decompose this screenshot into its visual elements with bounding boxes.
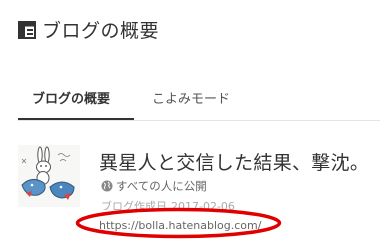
created-date: 2017-02-06 (171, 200, 235, 210)
visibility-label: すべての人に公開 (116, 179, 207, 193)
illustration-image (18, 145, 80, 207)
page-header: ブログの概要 (18, 16, 159, 43)
created-date-row: ブログ作成日 2017-02-06 (101, 200, 239, 210)
blog-url-link[interactable]: https://bolla.hatenablog.com/ (99, 219, 261, 232)
blog-thumbnail[interactable] (18, 145, 80, 207)
tabs-divider (18, 120, 380, 121)
globe-icon (101, 180, 113, 192)
tab-bar: ブログの概要 こよみモード (18, 72, 380, 121)
visibility-status: すべての人に公開 (101, 178, 207, 194)
tab-blog-overview[interactable]: ブログの概要 (32, 88, 110, 107)
dashboard-icon (18, 20, 36, 39)
blog-title[interactable]: 異星人と交信した結果、撃沈。 (99, 148, 369, 175)
created-label: ブログ作成日 (101, 200, 167, 210)
page-title: ブログの概要 (42, 20, 160, 42)
tab-calendar-mode[interactable]: こよみモード (152, 88, 230, 107)
